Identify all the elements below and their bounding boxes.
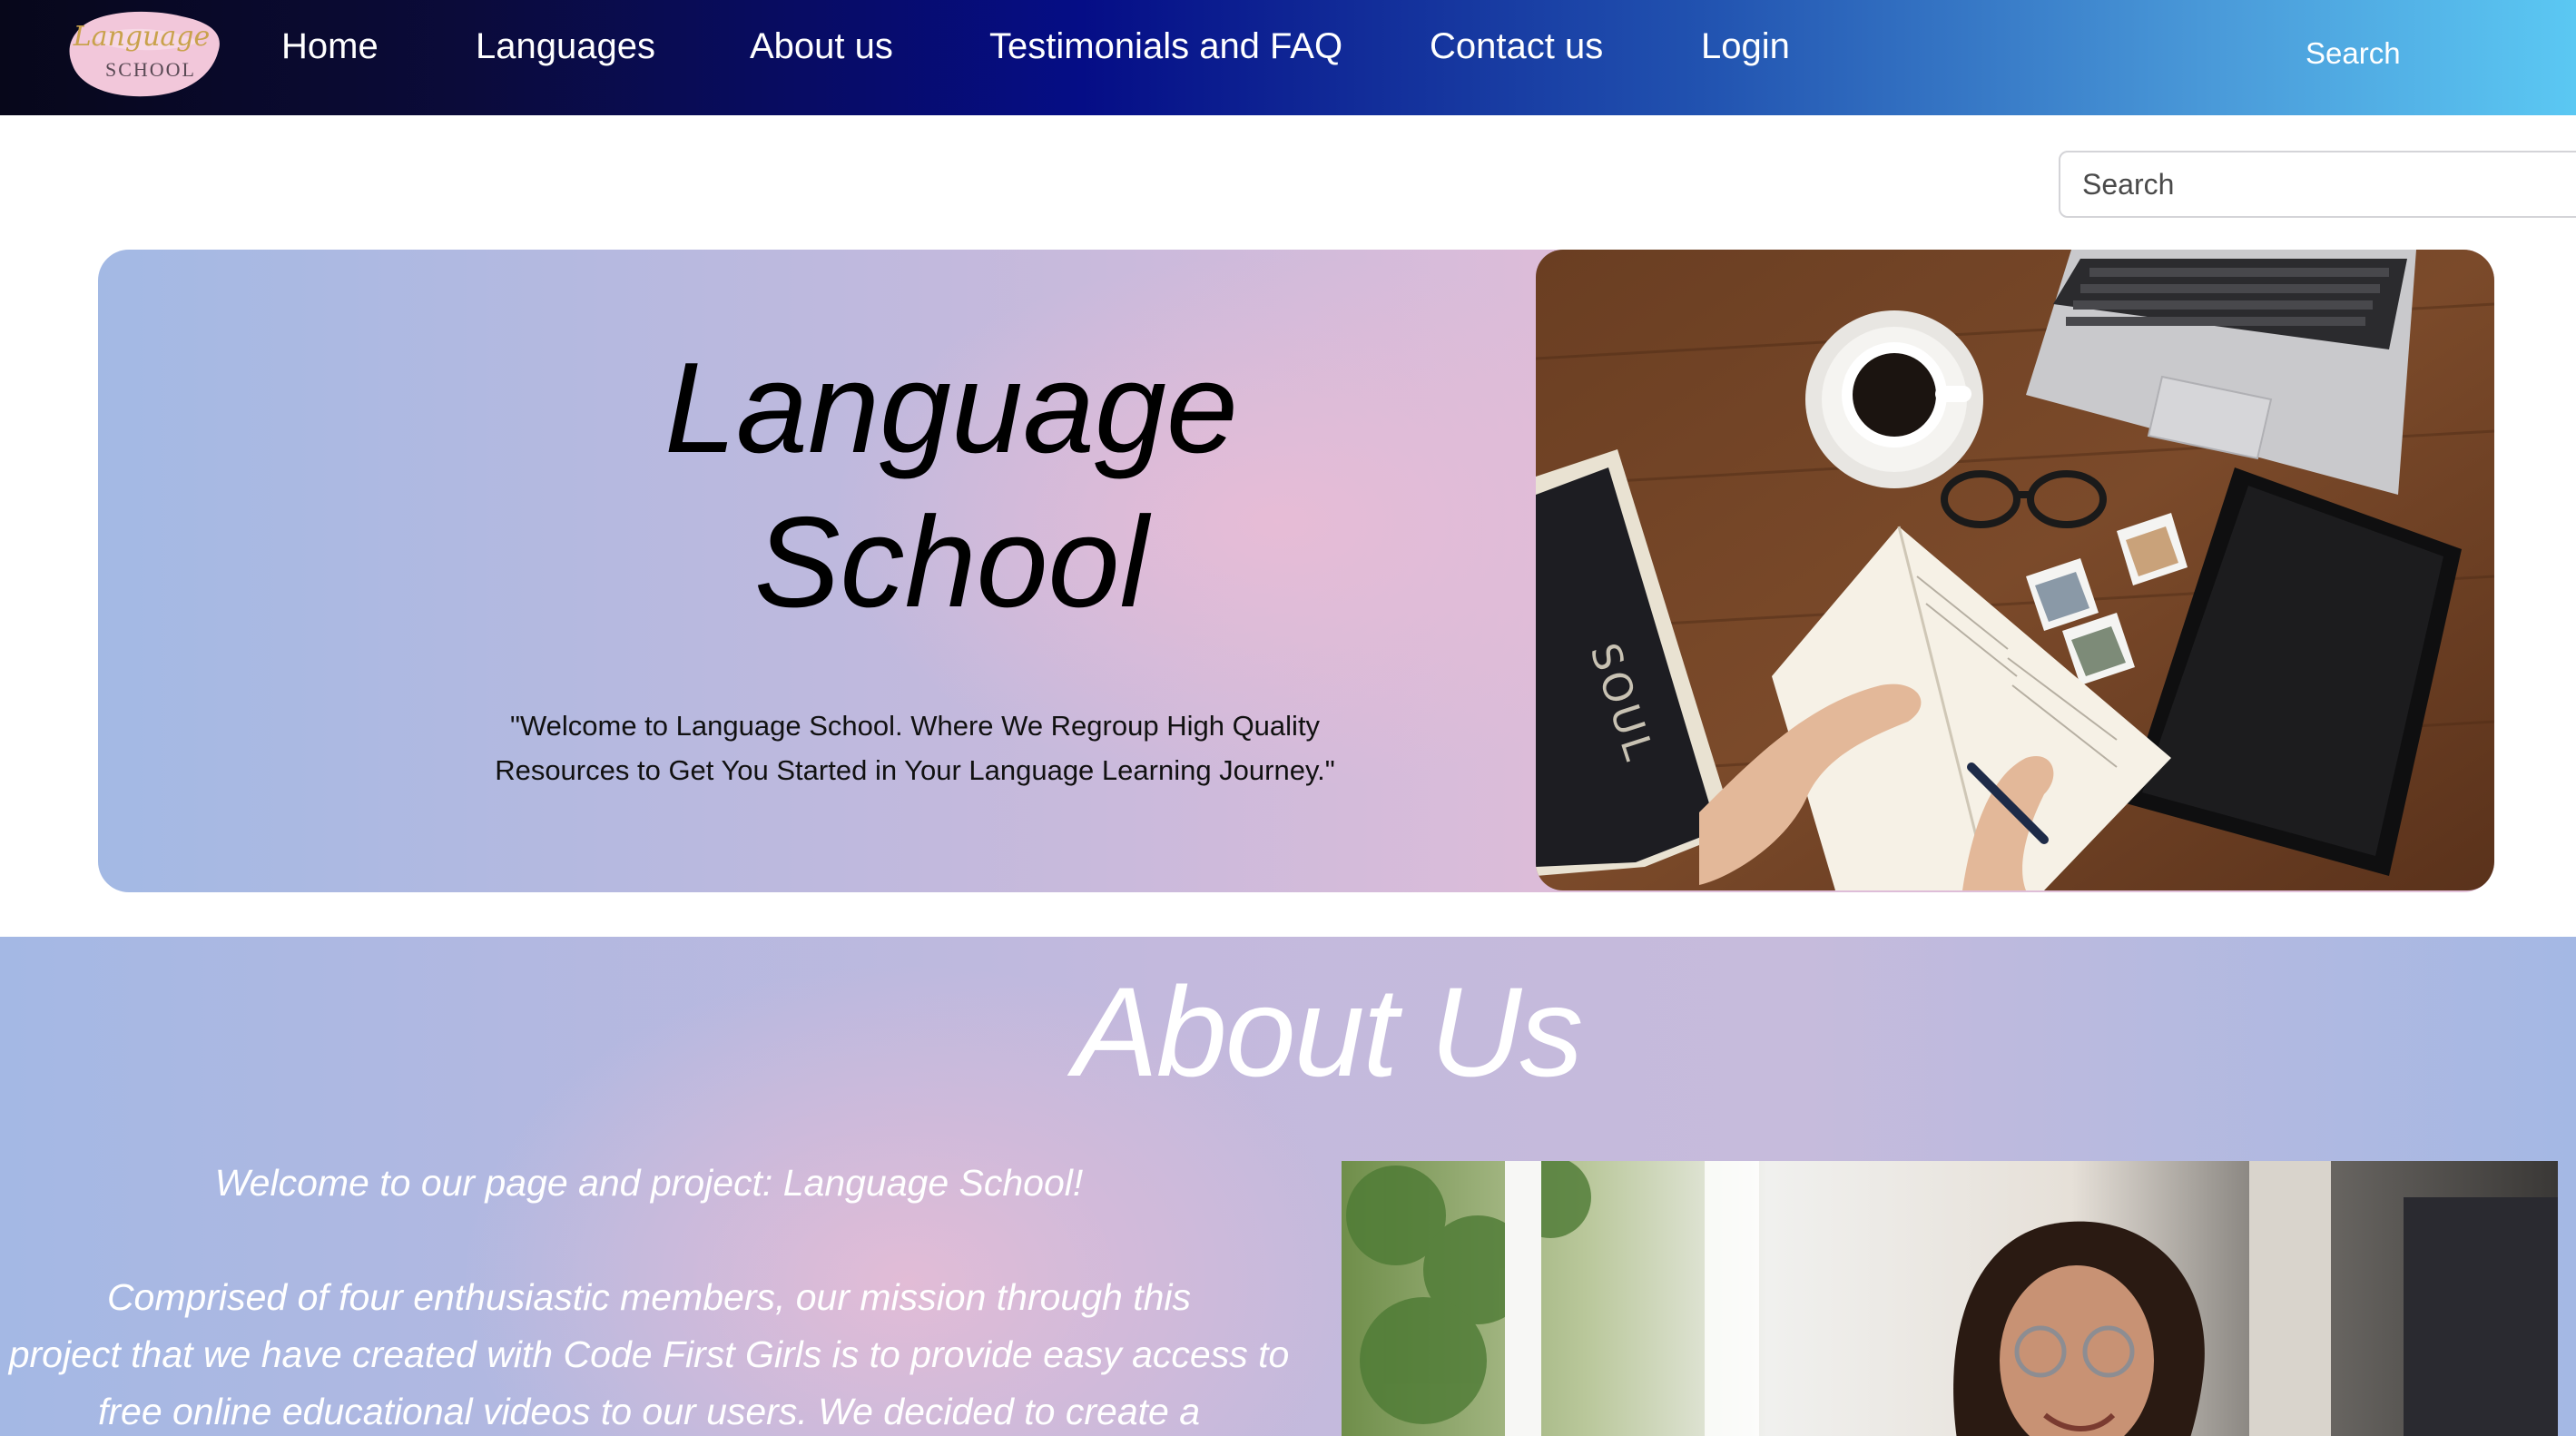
about-intro: Welcome to our page and project: Languag… bbox=[214, 1162, 1084, 1204]
hero-title-line-1: Language bbox=[664, 336, 1238, 480]
about-section: About Us Welcome to our page and project… bbox=[0, 937, 2576, 1436]
nav-testimonials-faq[interactable]: Testimonials and FAQ bbox=[989, 24, 1342, 69]
nav-about-us[interactable]: About us bbox=[750, 24, 893, 69]
about-body-line-3: free online educational videos to our us… bbox=[97, 1391, 1201, 1432]
coffee-cup-illustration bbox=[1805, 310, 1983, 488]
nav-login[interactable]: Login bbox=[1701, 24, 1790, 69]
logo-script-text: Language bbox=[73, 21, 211, 53]
site-logo[interactable]: Language SCHOOL bbox=[64, 5, 227, 98]
hero-quote-line-2: Resources to Get You Started in Your Lan… bbox=[495, 754, 1335, 786]
hero-title: Language School bbox=[461, 331, 1441, 640]
navbar: Language SCHOOL Home Languages About us … bbox=[0, 0, 2576, 115]
logo-caps-text: SCHOOL bbox=[105, 58, 196, 81]
hero-quote-line-1: "Welcome to Language School. Where We Re… bbox=[509, 710, 1321, 742]
about-title: About Us bbox=[1073, 960, 1584, 1103]
nav-home[interactable]: Home bbox=[281, 24, 379, 69]
about-body-line-2: project that we have created with Code F… bbox=[8, 1333, 1290, 1375]
hero-desk-photo: SOUL bbox=[1536, 250, 2494, 890]
nav-search-button[interactable]: Search bbox=[2306, 33, 2401, 74]
hero-welcome-quote: "Welcome to Language School. Where We Re… bbox=[298, 703, 1532, 792]
about-woman-photo bbox=[1342, 1161, 2558, 1436]
search-input[interactable] bbox=[2059, 151, 2576, 218]
nav-languages[interactable]: Languages bbox=[476, 24, 655, 69]
about-body-line-1: Comprised of four enthusiastic members, … bbox=[106, 1276, 1192, 1318]
hero-banner: Language School "Welcome to Language Sch… bbox=[98, 250, 2494, 892]
nav-contact-us[interactable]: Contact us bbox=[1430, 24, 1603, 69]
about-text: Welcome to our page and project: Languag… bbox=[0, 1155, 1298, 1436]
hero-title-line-2: School bbox=[753, 490, 1149, 634]
